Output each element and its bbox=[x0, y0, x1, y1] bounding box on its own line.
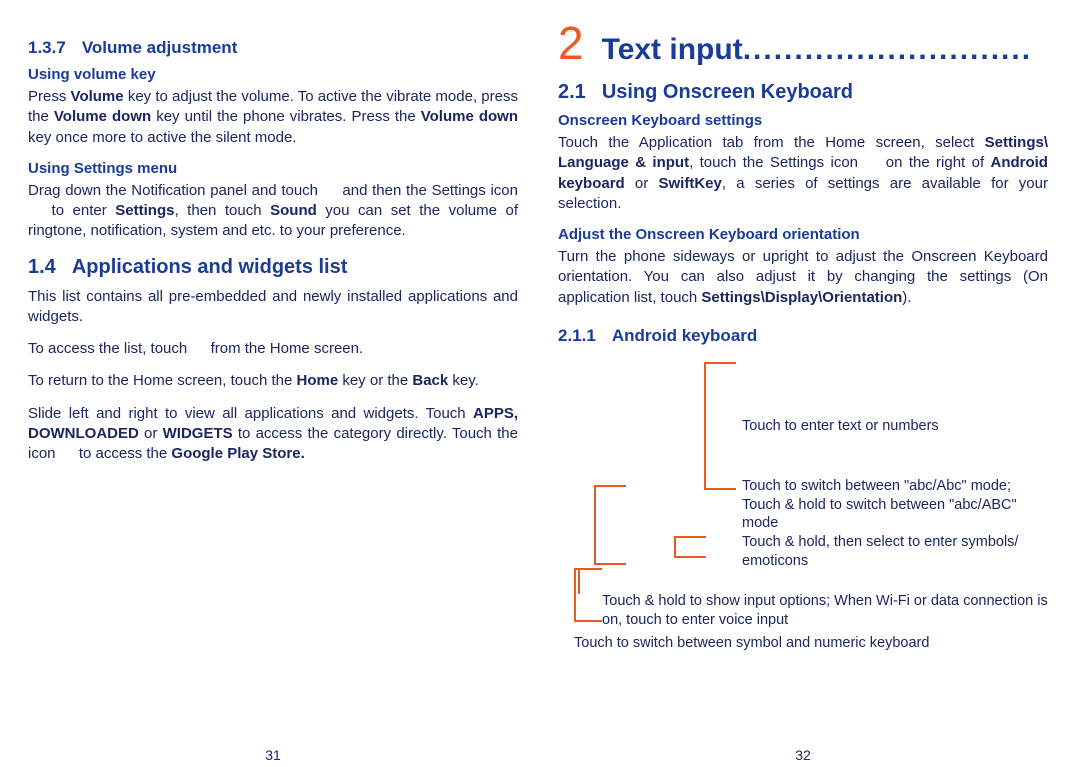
keyboard-callouts: Touch to enter text or numbers Touch to … bbox=[558, 352, 1048, 672]
chapter-heading: 2 Text input bbox=[558, 20, 1048, 67]
para-1-4-a: This list contains all pre-embedded and … bbox=[28, 287, 518, 328]
heading-number: 1.4 bbox=[28, 256, 56, 278]
para-1-4-d: Slide left and right to view all applica… bbox=[28, 404, 518, 465]
heading-text: Using Onscreen Keyboard bbox=[602, 81, 853, 103]
para-settings-menu: Drag down the Notification panel and tou… bbox=[28, 181, 518, 242]
subheading-volume-key: Using volume key bbox=[28, 66, 518, 83]
para-1-4-b: To access the list, touch from the Home … bbox=[28, 339, 518, 359]
bracket-icon bbox=[578, 570, 580, 594]
subheading-orientation: Adjust the Onscreen Keyboard orientation bbox=[558, 226, 1048, 243]
para-orientation: Turn the phone sideways or upright to ad… bbox=[558, 247, 1048, 308]
callout-1: Touch to enter text or numbers bbox=[742, 417, 939, 436]
callout-3: Touch & hold, then select to enter symbo… bbox=[742, 533, 1042, 571]
page-number-right: 32 bbox=[558, 747, 1048, 763]
bracket-icon bbox=[674, 536, 706, 558]
heading-2-1: 2.1 Using Onscreen Keyboard bbox=[558, 81, 1048, 104]
para-osk-settings: Touch the Application tab from the Home … bbox=[558, 133, 1048, 214]
heading-text: Android keyboard bbox=[612, 326, 757, 345]
bracket-icon bbox=[704, 362, 736, 490]
chapter-number: 2 bbox=[558, 20, 584, 66]
callout-2: Touch to switch between "abc/Abc" mode; … bbox=[742, 477, 1052, 534]
heading-text: Volume adjustment bbox=[82, 38, 238, 57]
callout-5: Touch to switch between symbol and numer… bbox=[574, 634, 1048, 653]
para-1-4-c: To return to the Home screen, touch the … bbox=[28, 371, 518, 391]
bracket-icon bbox=[594, 485, 626, 565]
heading-2-1-1: 2.1.1 Android keyboard bbox=[558, 326, 1048, 346]
chapter-title: Text input bbox=[602, 33, 1048, 67]
page-number-left: 31 bbox=[28, 747, 518, 763]
para-volume-key: Press Volume key to adjust the volume. T… bbox=[28, 87, 518, 148]
page: 1.3.7Volume adjustment Using volume key … bbox=[0, 0, 1080, 767]
heading-number: 1.3.7 bbox=[28, 38, 66, 57]
heading-number: 2.1 bbox=[558, 81, 586, 103]
heading-1-3-7: 1.3.7 Volume adjustment bbox=[28, 38, 518, 58]
subheading-osk-settings: Onscreen Keyboard settings bbox=[558, 112, 1048, 129]
right-column: 2 Text input 2.1Using Onscreen Keyboard … bbox=[558, 20, 1048, 767]
heading-number: 2.1.1 bbox=[558, 326, 596, 345]
callout-4: Touch & hold to show input options; When… bbox=[602, 592, 1048, 630]
heading-1-4: 1.4 Applications and widgets list bbox=[28, 256, 518, 279]
subheading-settings-menu: Using Settings menu bbox=[28, 160, 518, 177]
leader-dots bbox=[743, 33, 1032, 66]
heading-text: Applications and widgets list bbox=[72, 256, 348, 278]
left-column: 1.3.7Volume adjustment Using volume key … bbox=[28, 20, 518, 767]
